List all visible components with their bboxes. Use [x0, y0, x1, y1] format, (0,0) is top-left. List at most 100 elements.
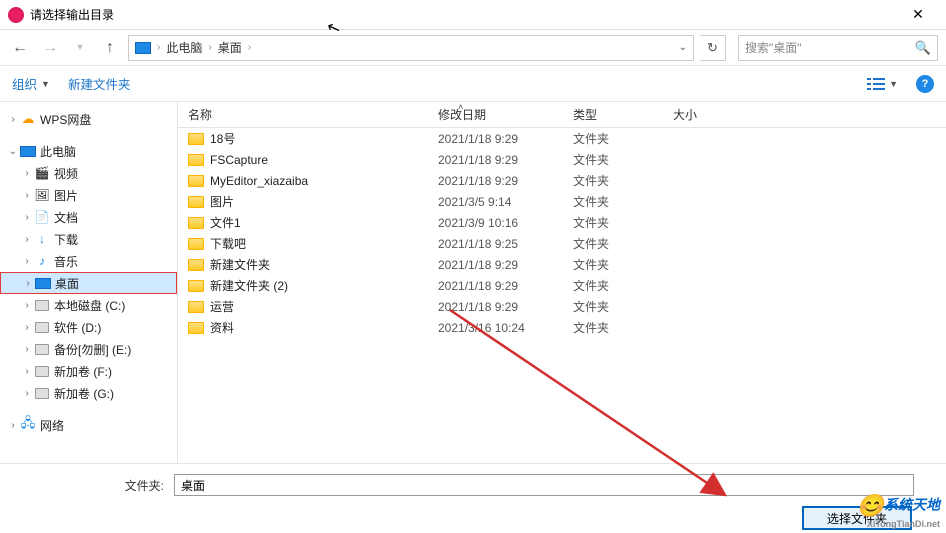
disk-icon [34, 298, 50, 312]
tree-item-disk-f[interactable]: ›新加卷 (F:) [0, 360, 177, 382]
expand-icon[interactable]: › [20, 256, 34, 267]
tree-item-downloads[interactable]: ›↓下载 [0, 228, 177, 250]
expand-icon[interactable]: › [20, 388, 34, 399]
file-list[interactable]: 名称 ˄ 修改日期 类型 大小 18号2021/1/18 9:29文件夹FSCa… [178, 102, 946, 463]
navbar: ← → ▾ ↑ › 此电脑 › 桌面 › ⌄ ↻ 搜索"桌面" 🔍 [0, 30, 946, 66]
folder-icon [188, 280, 204, 292]
sort-arrow-icon: ˄ [458, 102, 463, 112]
expand-icon[interactable]: › [6, 420, 20, 431]
folder-icon [188, 217, 204, 229]
forward-button[interactable]: → [38, 36, 62, 60]
file-type: 文件夹 [563, 151, 663, 168]
titlebar: 请选择输出目录 ✕ [0, 0, 946, 30]
file-date: 2021/1/18 9:29 [428, 258, 563, 272]
file-date: 2021/1/18 9:25 [428, 237, 563, 251]
folder-icon [188, 322, 204, 334]
new-folder-button[interactable]: 新建文件夹 [68, 74, 131, 93]
column-size[interactable]: 大小 [663, 102, 763, 127]
tree-item-disk-d[interactable]: ›软件 (D:) [0, 316, 177, 338]
file-date: 2021/1/18 9:29 [428, 279, 563, 293]
file-type: 文件夹 [563, 319, 663, 336]
tree-item-pictures[interactable]: ›🖼图片 [0, 184, 177, 206]
file-row[interactable]: FSCapture2021/1/18 9:29文件夹 [178, 149, 946, 170]
search-icon[interactable]: 🔍 [915, 40, 931, 56]
cloud-icon: ☁ [20, 112, 36, 126]
file-date: 2021/1/18 9:29 [428, 153, 563, 167]
pc-icon [135, 42, 151, 54]
watermark-icon: 😊 [857, 493, 884, 518]
file-type: 文件夹 [563, 214, 663, 231]
file-type: 文件夹 [563, 193, 663, 210]
expand-icon[interactable]: › [20, 300, 34, 311]
folder-label: 文件夹: [114, 477, 164, 494]
file-name: 新建文件夹 (2) [210, 277, 288, 294]
back-button[interactable]: ← [8, 36, 32, 60]
tree-item-documents[interactable]: ›📄文档 [0, 206, 177, 228]
expand-icon[interactable]: › [20, 322, 34, 333]
file-row[interactable]: 下载吧2021/1/18 9:25文件夹 [178, 233, 946, 254]
up-button[interactable]: ↑ [98, 36, 122, 60]
help-button[interactable]: ? [916, 75, 934, 93]
collapse-icon[interactable]: ⌄ [6, 146, 20, 157]
desktop-icon [35, 276, 51, 290]
file-row[interactable]: 18号2021/1/18 9:29文件夹 [178, 128, 946, 149]
file-date: 2021/1/18 9:29 [428, 132, 563, 146]
expand-icon[interactable]: › [20, 190, 34, 201]
file-row[interactable]: 运营2021/1/18 9:29文件夹 [178, 296, 946, 317]
breadcrumb-part[interactable]: 此电脑 [166, 39, 202, 56]
chevron-icon: › [157, 42, 160, 53]
breadcrumb-part[interactable]: 桌面 [218, 39, 242, 56]
app-icon [8, 7, 24, 23]
expand-icon[interactable]: › [20, 344, 34, 355]
file-row[interactable]: 新建文件夹2021/1/18 9:29文件夹 [178, 254, 946, 275]
file-row[interactable]: 资料2021/3/16 10:24文件夹 [178, 317, 946, 338]
expand-icon[interactable]: › [20, 168, 34, 179]
file-date: 2021/1/18 9:29 [428, 300, 563, 314]
sidebar[interactable]: ›☁WPS网盘 ⌄此电脑 ›🎬视频 ›🖼图片 ›📄文档 ›↓下载 ›♪音乐 ›桌… [0, 102, 178, 463]
chevron-down-icon: ▼ [41, 79, 50, 89]
file-date: 2021/3/16 10:24 [428, 321, 563, 335]
expand-icon[interactable]: › [20, 234, 34, 245]
expand-icon[interactable]: › [20, 212, 34, 223]
tree-item-disk-c[interactable]: ›本地磁盘 (C:) [0, 294, 177, 316]
folder-icon [188, 259, 204, 271]
file-row[interactable]: MyEditor_xiazaiba2021/1/18 9:29文件夹 [178, 170, 946, 191]
file-row[interactable]: 新建文件夹 (2) 2021/1/18 9:29文件夹 [178, 275, 946, 296]
tree-item-video[interactable]: ›🎬视频 [0, 162, 177, 184]
recent-dropdown[interactable]: ▾ [68, 36, 92, 60]
column-date[interactable]: 修改日期 [428, 102, 563, 127]
file-name: 图片 [210, 193, 234, 210]
column-name[interactable]: 名称 [178, 102, 428, 127]
tree-item-disk-g[interactable]: ›新加卷 (G:) [0, 382, 177, 404]
tree-item-wps[interactable]: ›☁WPS网盘 [0, 108, 177, 130]
column-type[interactable]: 类型 [563, 102, 663, 127]
file-type: 文件夹 [563, 172, 663, 189]
refresh-button[interactable]: ↻ [700, 35, 726, 61]
expand-icon[interactable]: › [20, 366, 34, 377]
disk-icon [34, 386, 50, 400]
disk-icon [34, 320, 50, 334]
pc-icon [20, 144, 36, 158]
organize-button[interactable]: 组织 ▼ [12, 74, 50, 93]
view-icon [867, 77, 885, 91]
expand-icon[interactable]: › [6, 114, 20, 125]
tree-item-pc[interactable]: ⌄此电脑 [0, 140, 177, 162]
network-icon: 🖧 [20, 418, 36, 432]
documents-icon: 📄 [34, 210, 50, 224]
close-button[interactable]: ✕ [898, 6, 938, 23]
folder-input[interactable] [174, 474, 914, 496]
view-button[interactable]: ▼ [867, 77, 898, 91]
breadcrumb[interactable]: › 此电脑 › 桌面 › ⌄ [128, 35, 694, 61]
tree-item-network[interactable]: ›🖧网络 [0, 414, 177, 436]
watermark: 😊系统天地 XiTongTianDi.net [857, 493, 940, 529]
tree-item-desktop[interactable]: ›桌面 [0, 272, 177, 294]
search-input[interactable]: 搜索"桌面" 🔍 [738, 35, 938, 61]
tree-item-disk-e[interactable]: ›备份[勿删] (E:) [0, 338, 177, 360]
breadcrumb-dropdown[interactable]: ⌄ [679, 42, 687, 53]
file-type: 文件夹 [563, 277, 663, 294]
file-row[interactable]: 文件12021/3/9 10:16文件夹 [178, 212, 946, 233]
file-row[interactable]: 图片2021/3/5 9:14文件夹 [178, 191, 946, 212]
expand-icon[interactable]: › [21, 278, 35, 289]
disk-icon [34, 342, 50, 356]
tree-item-music[interactable]: ›♪音乐 [0, 250, 177, 272]
